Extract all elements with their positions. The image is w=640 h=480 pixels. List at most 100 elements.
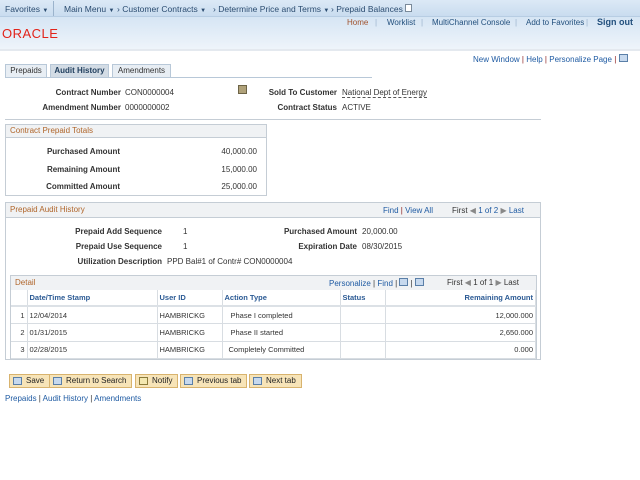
personalize-page-link[interactable]: Personalize Page	[549, 55, 612, 64]
view-all-link[interactable]: View All	[405, 206, 433, 215]
audit-nav: Find | View All	[383, 206, 433, 215]
worklist-link[interactable]: Worklist	[387, 18, 415, 27]
tab-audit-history[interactable]: Audit History	[50, 64, 109, 77]
add-sequence-value: 1	[183, 227, 188, 236]
page-links: New Window | Help | Personalize Page |	[473, 54, 628, 64]
audit-purchased-value: 20,000.00	[362, 227, 398, 236]
action-cell: Phase II started	[222, 323, 341, 342]
tab-underline	[5, 77, 372, 78]
oracle-logo: ORACLE	[2, 26, 59, 41]
footer-link-amendments[interactable]: Amendments	[94, 394, 141, 403]
committed-amount-value: 25,000.00	[221, 182, 257, 191]
utilization-description-value: PPD Bal#1 of Contr# CON0000004	[167, 257, 293, 266]
sign-out-link[interactable]: Sign out	[597, 17, 633, 27]
next-icon[interactable]: ▶	[495, 278, 501, 287]
box-title: Contract Prepaid Totals	[6, 125, 266, 138]
user-cell: HAMBRICKG	[157, 323, 223, 342]
button-label: Next tab	[266, 376, 296, 385]
previous-icon[interactable]: ◀	[470, 206, 476, 215]
sold-to-customer-value[interactable]: National Dept of Energy	[342, 88, 427, 98]
personalize-link[interactable]: Personalize	[329, 279, 371, 288]
contract-number-value: CON0000004	[125, 88, 174, 97]
footer-link-prepaids[interactable]: Prepaids	[5, 394, 37, 403]
crumb-label: Customer Contracts	[122, 4, 198, 14]
audit-purchased-label: Purchased Amount	[283, 227, 357, 236]
status-cell	[340, 306, 386, 324]
last-link[interactable]: Last	[504, 278, 519, 287]
find-link[interactable]: Find	[383, 206, 399, 215]
chevron-down-icon: ▼	[108, 8, 115, 14]
button-label: Notify	[152, 376, 173, 385]
return-search-icon	[53, 377, 62, 385]
first-link[interactable]: First	[452, 206, 468, 215]
help-link[interactable]: Help	[526, 55, 542, 64]
amendment-number-value: 0000000002	[125, 103, 170, 112]
next-tab-button[interactable]: Next tab	[249, 374, 302, 388]
column-header[interactable]: Action Type	[222, 290, 341, 307]
breadcrumb-prepaid-balances[interactable]: › Prepaid Balances	[331, 4, 413, 14]
remaining-cell: 0.000	[385, 341, 536, 359]
new-window-link[interactable]: New Window	[473, 55, 520, 64]
remaining-cell: 2,650.000	[385, 323, 536, 342]
divider: |	[375, 18, 378, 27]
find-link[interactable]: Find	[377, 279, 393, 288]
main-menu-label: Main Menu	[64, 4, 107, 14]
previous-icon[interactable]: ◀	[465, 278, 471, 287]
divider: |	[515, 18, 518, 27]
remaining-amount-value: 15,000.00	[221, 165, 257, 174]
amendment-number-label: Amendment Number	[42, 103, 121, 112]
tab-amendments[interactable]: Amendments	[112, 64, 171, 77]
save-button[interactable]: Save	[9, 374, 51, 388]
favorites-label: Favorites	[5, 4, 40, 14]
multichannel-console-link[interactable]: MultiChannel Console	[432, 18, 510, 27]
table-header-row: Date/Time Stamp User ID Action Type Stat…	[11, 290, 536, 307]
search-page-icon[interactable]	[405, 4, 413, 12]
expiration-date-label: Expiration Date	[298, 242, 357, 251]
first-link[interactable]: First	[447, 278, 463, 287]
grid-layout-icon[interactable]	[618, 54, 628, 62]
user-cell: HAMBRICKG	[157, 306, 223, 324]
column-header[interactable]: Status	[340, 290, 386, 307]
breadcrumb-customer-contracts[interactable]: › Customer Contracts ▼	[117, 4, 206, 14]
date-cell: 01/31/2015	[27, 323, 158, 342]
save-icon	[13, 377, 22, 385]
download-icon[interactable]	[414, 278, 424, 286]
purchased-amount-value: 40,000.00	[221, 147, 257, 156]
next-icon[interactable]: ▶	[500, 206, 506, 215]
home-link[interactable]: Home	[347, 18, 368, 27]
chevron-down-icon: ▼	[42, 8, 49, 14]
table-row: 1 12/04/2014 HAMBRICKG Phase I completed 12,…	[11, 306, 536, 324]
detail-pager: First ◀ 1 of 1 ▶ Last	[447, 278, 519, 287]
remaining-cell: 12,000.000	[385, 306, 536, 324]
return-to-search-button[interactable]: Return to Search	[49, 374, 133, 388]
contract-status-label: Contract Status	[277, 103, 337, 112]
previous-tab-button[interactable]: Previous tab	[180, 374, 248, 388]
zoom-grid-icon[interactable]	[399, 278, 409, 286]
button-label: Save	[26, 376, 45, 385]
tab-prepaids[interactable]: Prepaids	[5, 64, 47, 77]
column-header[interactable]: User ID	[157, 290, 223, 307]
contract-details-icon[interactable]	[238, 85, 247, 94]
divider: |	[421, 18, 424, 27]
add-to-favorites-link[interactable]: Add to Favorites	[526, 18, 584, 27]
column-header[interactable]: Remaining Amount	[385, 290, 536, 307]
date-cell: 12/04/2014	[27, 306, 158, 324]
contract-number-label: Contract Number	[55, 88, 121, 97]
notify-button[interactable]: Notify	[135, 374, 179, 388]
crumb-label: Prepaid Balances	[336, 4, 403, 14]
main-menu[interactable]: Main Menu ▼	[64, 4, 114, 14]
footer-link-audit-history[interactable]: Audit History	[43, 394, 88, 403]
detail-grid: Detail Date/Time Stamp User ID Action Ty…	[10, 275, 537, 359]
row-count: 1 of 1	[473, 278, 494, 287]
last-link[interactable]: Last	[509, 206, 524, 215]
row-count: 1 of 2	[478, 206, 499, 215]
committed-amount-label: Committed Amount	[46, 182, 120, 191]
breadcrumb-determine-price[interactable]: › Determine Price and Terms ▼	[213, 4, 329, 14]
chevron-down-icon: ▼	[323, 8, 330, 14]
favorites-menu[interactable]: Favorites ▼	[5, 4, 48, 14]
row-number: 2	[11, 323, 28, 342]
date-cell: 02/28/2015	[27, 341, 158, 359]
contract-status-value: ACTIVE	[342, 103, 371, 112]
button-label: Previous tab	[197, 376, 242, 385]
column-header[interactable]: Date/Time Stamp	[27, 290, 158, 307]
